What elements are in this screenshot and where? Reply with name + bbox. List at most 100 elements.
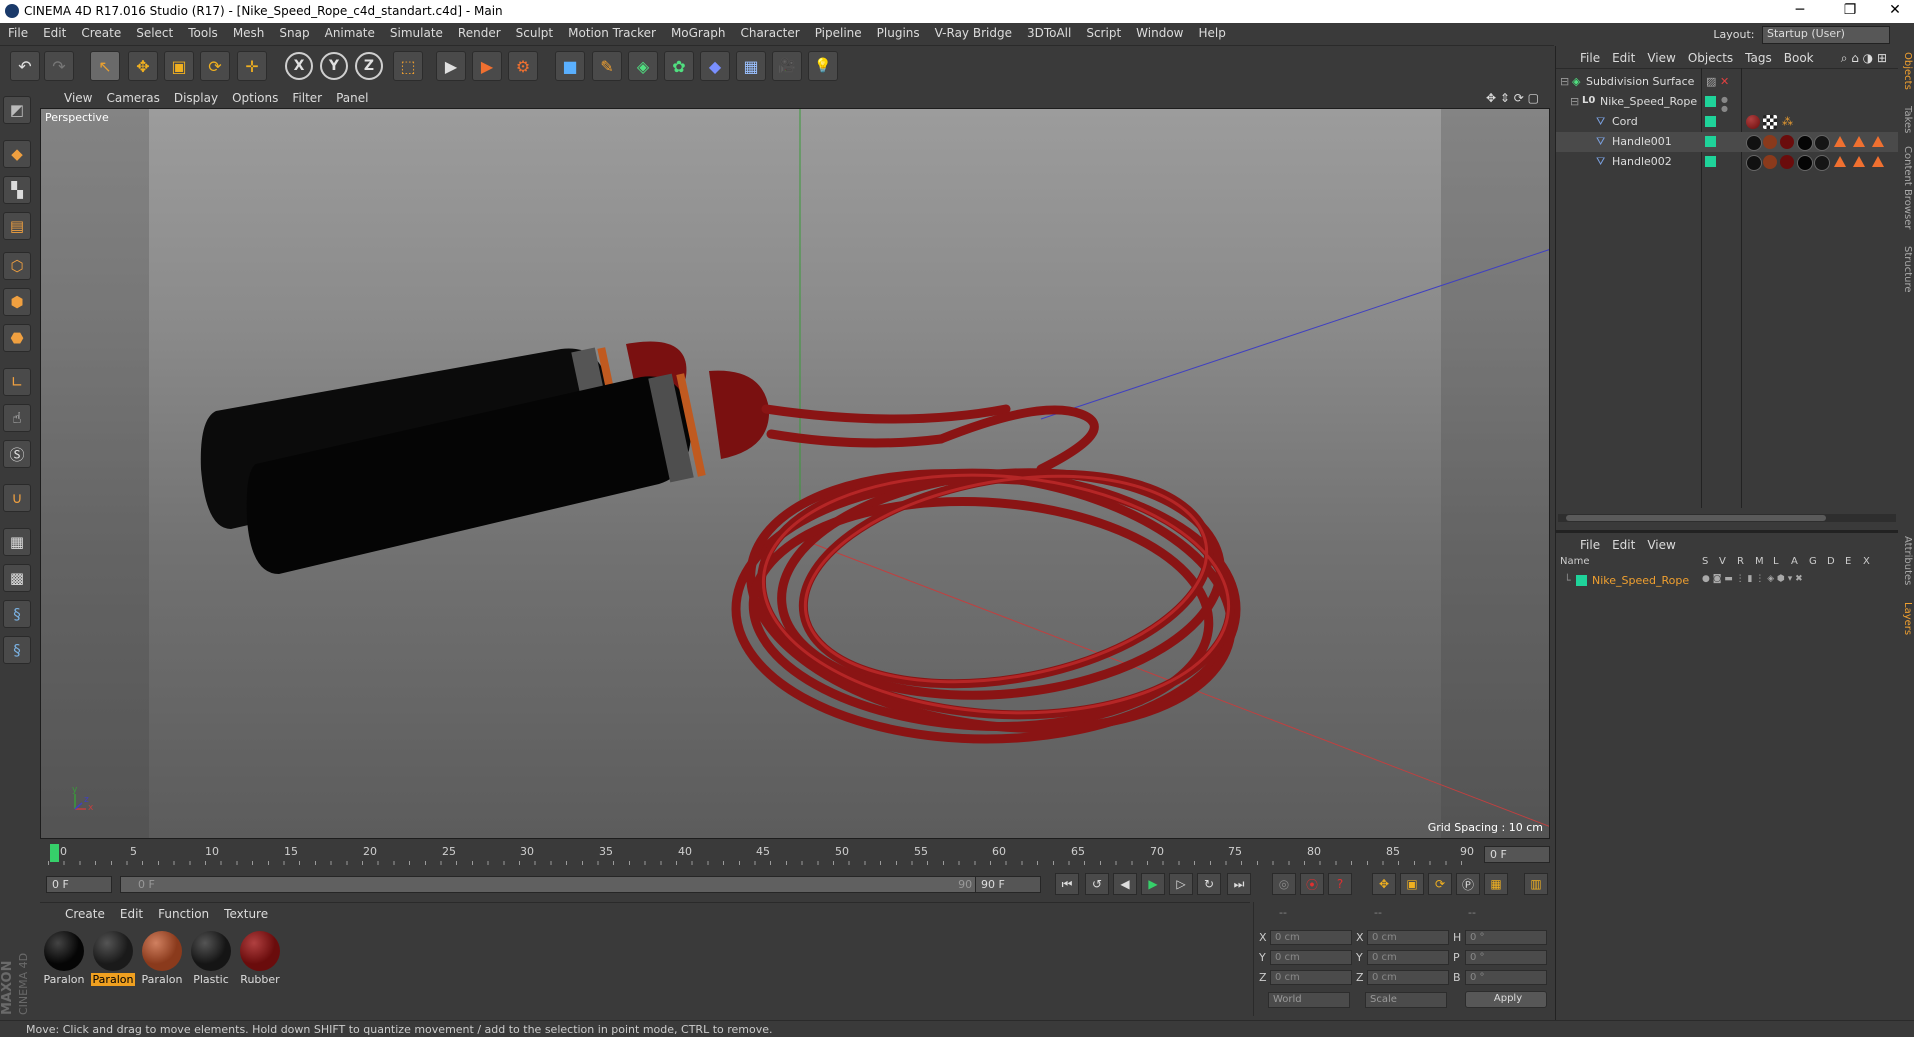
light-object-button[interactable]: 💡 — [808, 51, 838, 81]
minimize-button[interactable]: ─ — [1785, 2, 1815, 20]
material-menu-function[interactable]: Function — [150, 903, 216, 921]
menu-pipeline[interactable]: Pipeline — [807, 23, 869, 40]
perspective-viewport[interactable]: Perspective y x z Grid Spacing: 10 cm — [40, 108, 1550, 839]
scale-tool-button[interactable]: ▣ — [164, 51, 194, 81]
tab-content-browser[interactable]: Content Browser — [1899, 146, 1913, 229]
menu-create[interactable]: Create — [73, 23, 128, 40]
material-swatch-selected[interactable]: Paralon — [91, 929, 135, 986]
menu-snap[interactable]: Snap — [271, 23, 316, 40]
material-tag-icon[interactable] — [1780, 135, 1794, 149]
menu-tools[interactable]: Tools — [180, 23, 225, 40]
z-axis-lock-button[interactable]: Z — [355, 52, 383, 80]
magnet-icon[interactable]: ∪ — [3, 484, 31, 512]
size-y-field[interactable]: 0 cm — [1367, 950, 1449, 965]
menu-simulate[interactable]: Simulate — [382, 23, 450, 40]
y-axis-lock-button[interactable]: Y — [320, 52, 348, 80]
tab-objects[interactable]: Objects — [1899, 52, 1913, 90]
material-tag-icon[interactable] — [1814, 155, 1830, 171]
layer-color-chip[interactable] — [1705, 136, 1716, 147]
viewport-menu-display[interactable]: Display — [167, 87, 225, 105]
previous-key-button[interactable]: ↺ — [1085, 873, 1109, 895]
material-swatch[interactable]: Plastic — [189, 929, 233, 986]
layer-menu-file[interactable]: File — [1556, 533, 1606, 552]
object-menu-objects[interactable]: Objects — [1682, 46, 1739, 65]
object-menu-book[interactable]: Book — [1778, 46, 1820, 65]
selection-tag-icon[interactable] — [1872, 136, 1884, 147]
visibility-dots-icon[interactable]: ● ● — [1721, 95, 1728, 113]
timeline-ruler[interactable]: 0 5 10 15 20 25 30 35 40 45 50 55 60 65 … — [48, 842, 1468, 866]
material-tag-icon[interactable] — [1780, 155, 1794, 169]
object-menu-file[interactable]: File — [1556, 46, 1606, 65]
object-manager-nav-icons[interactable]: ⌕ ⌂ ◑ ⊞ — [1835, 46, 1893, 66]
object-row-cord[interactable]: ⛛ Cord ⁂ — [1556, 112, 1899, 132]
layer-color-chip[interactable] — [1705, 116, 1716, 127]
viewport-menu-cameras[interactable]: Cameras — [99, 87, 166, 105]
polygons-mode-icon[interactable]: ⬣ — [3, 324, 31, 352]
object-menu-view[interactable]: View — [1641, 46, 1681, 65]
object-menu-tags[interactable]: Tags — [1739, 46, 1778, 65]
menu-mograph[interactable]: MoGraph — [663, 23, 733, 40]
timeline-window-button[interactable]: ▥ — [1524, 873, 1548, 895]
menu-motion-tracker[interactable]: Motion Tracker — [560, 23, 663, 40]
material-tag-icon[interactable] — [1763, 155, 1777, 169]
x-axis-lock-button[interactable]: X — [285, 52, 313, 80]
render-picture-viewer-button[interactable]: ▶ — [472, 51, 502, 81]
menu-select[interactable]: Select — [128, 23, 180, 40]
key-parameter-button[interactable]: Ⓟ — [1456, 873, 1480, 895]
menu-sculpt[interactable]: Sculpt — [508, 23, 560, 40]
key-pla-button[interactable]: ▦ — [1484, 873, 1508, 895]
rotation-h-field[interactable]: 0 ° — [1465, 930, 1547, 945]
material-menu-create[interactable]: Create — [40, 903, 112, 921]
coordinate-space-dropdown[interactable]: World — [1268, 992, 1350, 1008]
keyframe-selection-button[interactable]: ◎ — [1272, 873, 1296, 895]
apply-button[interactable]: Apply — [1465, 991, 1547, 1008]
material-tag-icon[interactable] — [1746, 115, 1760, 129]
tab-structure[interactable]: Structure — [1899, 246, 1913, 293]
expand-toggle-icon[interactable]: ⊟ — [1560, 75, 1569, 88]
live-selection-button[interactable]: ✛ — [237, 51, 267, 81]
layer-color-chip[interactable] — [1576, 575, 1587, 586]
material-menu-edit[interactable]: Edit — [112, 903, 150, 921]
rotate-tool-button[interactable]: ⟳ — [200, 51, 230, 81]
scrollbar-thumb[interactable] — [1566, 515, 1826, 521]
record-active-button[interactable]: ⦿ — [1300, 873, 1324, 895]
disabled-x-icon[interactable]: ✕ — [1720, 75, 1729, 88]
menu-3dtoall[interactable]: 3DToAll — [1019, 23, 1078, 40]
material-tag-icon[interactable] — [1814, 135, 1830, 151]
texture-mode-icon[interactable]: ▚ — [3, 176, 31, 204]
object-row-subdivision-surface[interactable]: ⊟ ◈ Subdivision Surface ▨ ✕ — [1556, 72, 1899, 92]
workplane-lock-icon[interactable]: ▦ — [3, 528, 31, 556]
material-swatch[interactable]: Rubber — [238, 929, 282, 986]
menu-render[interactable]: Render — [450, 23, 508, 40]
close-button[interactable]: ✕ — [1880, 2, 1910, 20]
cube-object-button[interactable]: ■ — [555, 51, 585, 81]
next-key-button[interactable]: ↻ — [1197, 873, 1221, 895]
material-menu-texture[interactable]: Texture — [216, 903, 275, 921]
select-tool-button[interactable]: ↖ — [90, 51, 120, 81]
layer-row-nike-speed-rope[interactable]: └ Nike_Speed_Rope ● ◙ ▬ ⋮ ▮ ⋮ ◈ ⬢ ▾ ✖ — [1556, 571, 1899, 591]
model-mode-icon[interactable]: ◆ — [3, 140, 31, 168]
size-z-field[interactable]: 0 cm — [1367, 970, 1449, 985]
object-horizontal-scrollbar[interactable] — [1558, 514, 1896, 522]
menu-file[interactable]: File — [0, 23, 35, 40]
key-scale-button[interactable]: ▣ — [1400, 873, 1424, 895]
selection-tag-icon[interactable] — [1834, 136, 1846, 147]
key-position-button[interactable]: ✥ — [1372, 873, 1396, 895]
python-icon[interactable]: § — [3, 600, 31, 628]
undo-button[interactable]: ↶ — [10, 51, 40, 81]
key-rotation-button[interactable]: ⟳ — [1428, 873, 1452, 895]
restore-button[interactable]: ❐ — [1835, 2, 1865, 20]
previous-frame-button[interactable]: ◀ — [1113, 873, 1137, 895]
viewport-nav-icons[interactable]: ✥ ⇕ ⟳ ▢ — [1479, 87, 1546, 105]
selection-tag-icon[interactable] — [1853, 156, 1865, 167]
menu-edit[interactable]: Edit — [35, 23, 73, 40]
rotation-b-field[interactable]: 0 ° — [1465, 970, 1547, 985]
uvw-tag-icon[interactable] — [1763, 115, 1777, 129]
viewport-menu-view[interactable]: View — [34, 87, 99, 105]
tab-attributes[interactable]: Attributes — [1899, 536, 1913, 585]
selection-tag-icon[interactable] — [1853, 136, 1865, 147]
tweak-mode-icon[interactable]: ☝ — [3, 404, 31, 432]
menu-animate[interactable]: Animate — [317, 23, 382, 40]
selection-tag-icon[interactable] — [1872, 156, 1884, 167]
material-swatch[interactable]: Paralon — [42, 929, 86, 986]
